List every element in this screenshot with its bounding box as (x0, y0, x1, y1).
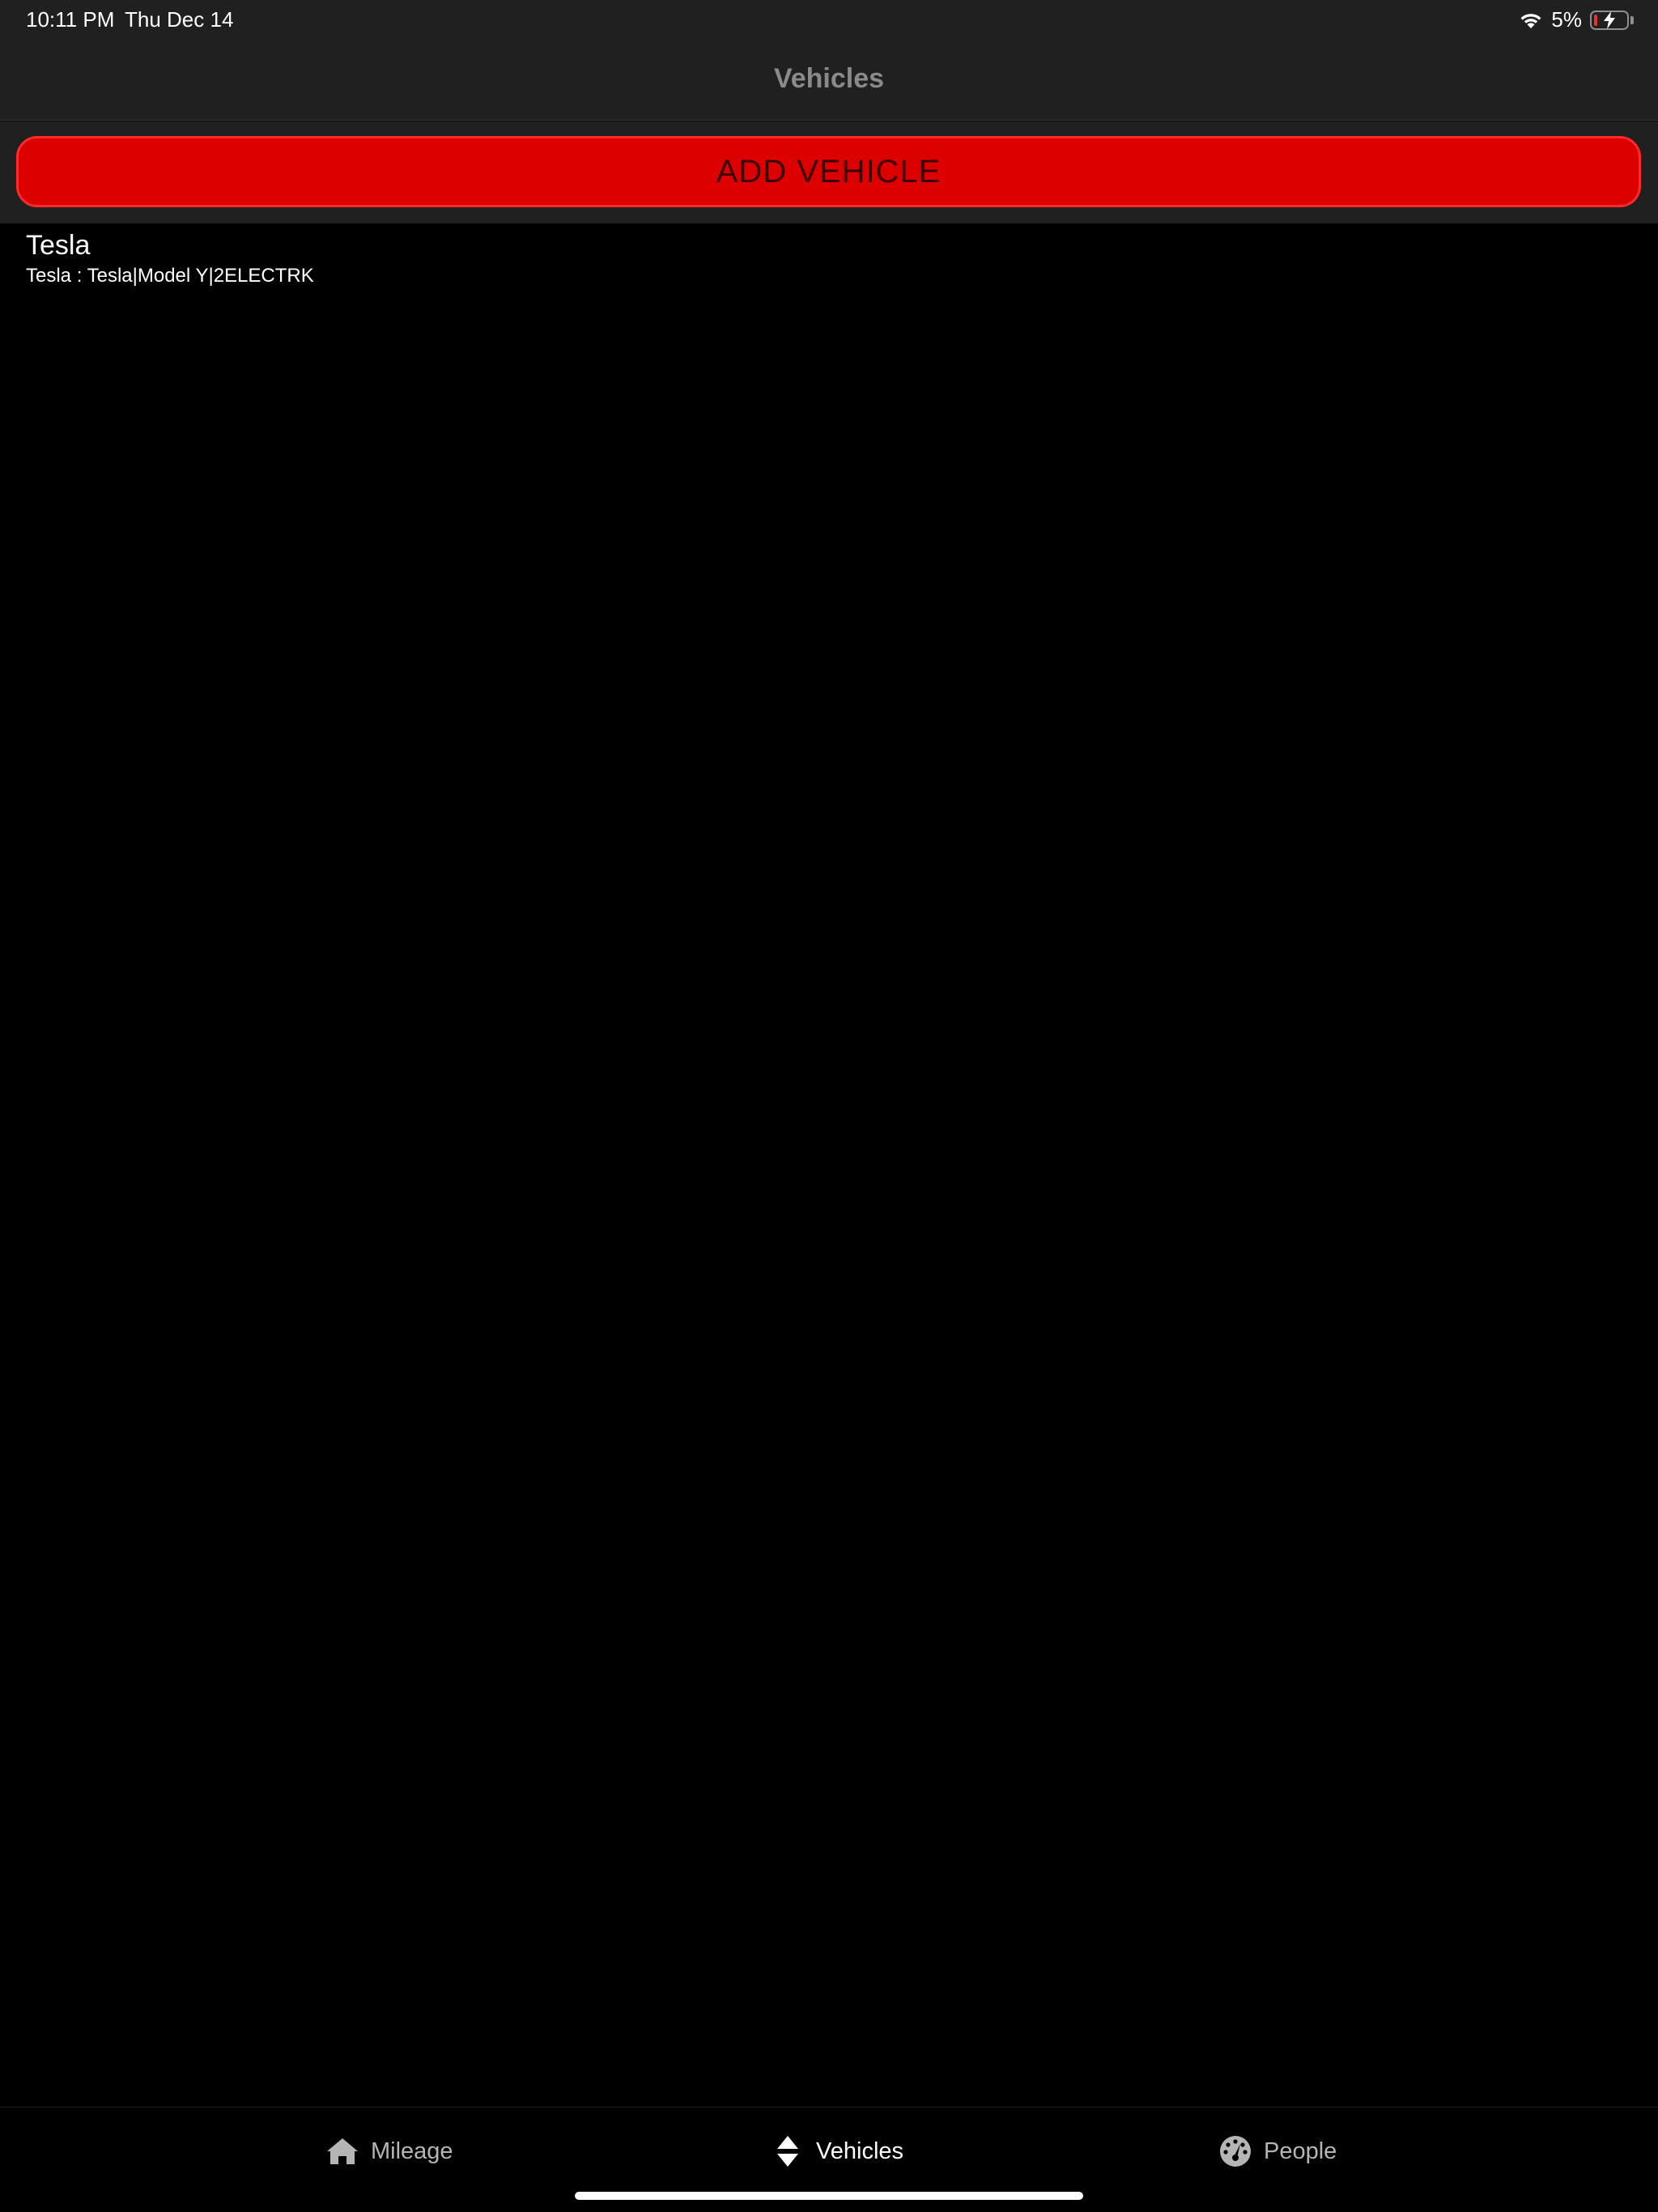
vehicle-name: Tesla (26, 230, 91, 261)
battery-level-fill (1594, 14, 1597, 26)
navigation-bar: Vehicles (0, 40, 1658, 121)
tab-label: Mileage (371, 2138, 453, 2164)
add-vehicle-button[interactable]: ADD VEHICLE (16, 136, 1641, 207)
tab-vehicles[interactable]: Vehicles (771, 2130, 903, 2172)
battery-icon (1590, 10, 1629, 30)
home-indicator[interactable] (575, 2192, 1083, 2200)
wifi-icon (1520, 13, 1541, 28)
battery-nub (1630, 15, 1634, 24)
vehicle-list: Tesla Tesla : Tesla|Model Y|2ELECTRK (0, 223, 1658, 296)
tab-label: People (1264, 2138, 1337, 2164)
tab-mileage[interactable]: Mileage (325, 2130, 453, 2172)
status-bar: 10:11 PM Thu Dec 14 5% (0, 0, 1658, 40)
status-indicators: 5% (1519, 7, 1634, 32)
status-time: 10:11 PM (26, 7, 115, 32)
tab-label: Vehicles (816, 2138, 904, 2164)
battery-percent: 5% (1551, 7, 1582, 32)
vehicle-detail: Tesla : Tesla|Model Y|2ELECTRK (26, 265, 314, 287)
page-title: Vehicles (773, 63, 885, 94)
status-date: Thu Dec 14 (125, 7, 234, 32)
dashboard-icon (1220, 2136, 1251, 2167)
action-area: ADD VEHICLE (0, 121, 1658, 223)
charging-bolt-icon (1604, 11, 1615, 29)
list-item[interactable]: Tesla Tesla : Tesla|Model Y|2ELECTRK (0, 223, 1658, 296)
sort-icon (777, 2136, 798, 2167)
home-icon (327, 2138, 358, 2164)
tab-people[interactable]: People (1218, 2130, 1337, 2172)
